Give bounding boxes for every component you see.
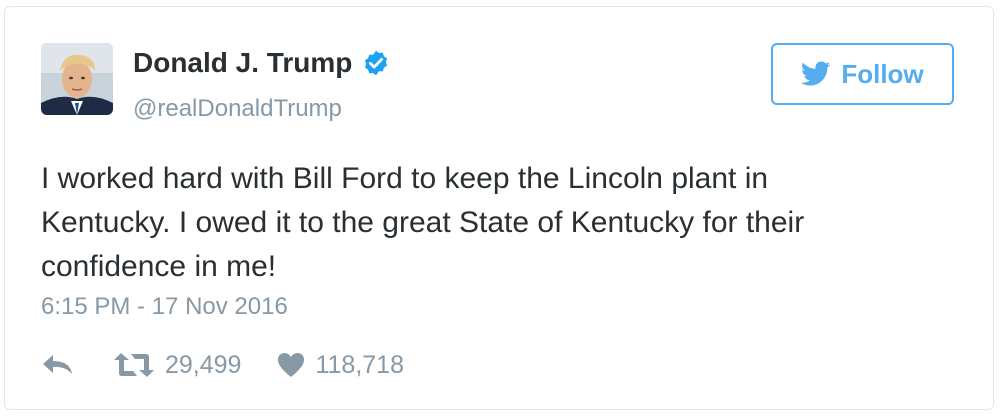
like-count: 118,718 bbox=[315, 350, 404, 379]
twitter-bird-icon bbox=[801, 61, 831, 87]
heart-icon bbox=[278, 353, 305, 377]
author-name-text[interactable]: Donald J. Trump bbox=[133, 47, 352, 79]
reply-icon bbox=[43, 355, 72, 374]
tweet-text: I worked hard with Bill Ford to keep the… bbox=[41, 162, 805, 283]
verified-badge-icon bbox=[362, 49, 390, 77]
retweet-count: 29,499 bbox=[165, 350, 242, 379]
author-handle[interactable]: @realDonaldTrump bbox=[133, 95, 342, 123]
like-button[interactable]: 118,718 bbox=[277, 351, 404, 380]
retweet-icon bbox=[114, 353, 154, 377]
reply-button[interactable] bbox=[41, 353, 75, 377]
tweet-card: Donald J. Trump @realDonaldTrump Follow … bbox=[4, 6, 994, 410]
follow-button-label: Follow bbox=[841, 58, 924, 89]
follow-button[interactable]: Follow bbox=[771, 43, 954, 105]
tweet-actions: 29,499 118,718 bbox=[41, 347, 404, 383]
author-name[interactable]: Donald J. Trump bbox=[133, 47, 390, 79]
tweet-timestamp[interactable]: 6:15 PM - 17 Nov 2016 bbox=[41, 293, 288, 321]
retweet-button[interactable]: 29,499 bbox=[113, 351, 241, 380]
profile-photo-icon bbox=[41, 43, 113, 115]
avatar[interactable] bbox=[41, 43, 113, 115]
